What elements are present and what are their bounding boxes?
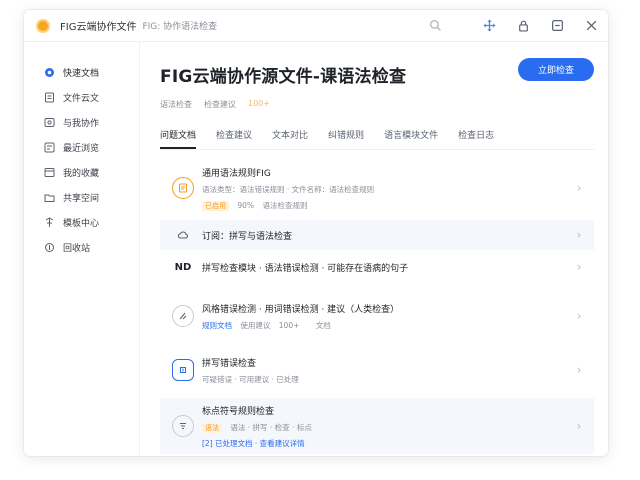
row-title: 标点符号规则检查: [202, 406, 275, 417]
title-bar: FIG云端协作文件 FIG: 协作语法检查: [24, 10, 608, 42]
app-title: FIG云端协作文件: [60, 22, 137, 33]
tab-bar: 问题文档 检查建议 文本对比 纠错规则 语言模块文件 检查日志: [160, 128, 594, 150]
list-item[interactable]: 订阅：拼写与语法检查 ›: [160, 220, 594, 250]
home-icon: [44, 67, 55, 78]
sidebar-item-label: 最近浏览: [63, 144, 100, 154]
row-title: 通用语法规则FIG: [202, 168, 271, 179]
rule-file-icon: [172, 177, 194, 199]
meta-item: 语法检查: [160, 100, 192, 109]
tab-language-modules[interactable]: 语言模块文件: [384, 128, 438, 149]
lock-icon[interactable]: [516, 19, 530, 33]
tab-suggestions[interactable]: 检查建议: [216, 128, 252, 149]
list-item[interactable]: 标点符号规则检查 语法 语法 · 拼写 · 检查 · 标点 [2] 已处理文档 …: [160, 398, 594, 454]
cloud-icon: [172, 224, 194, 246]
check-now-button[interactable]: 立即检查: [518, 58, 594, 81]
window-icon[interactable]: [550, 19, 564, 33]
row-title: 拼写检查模块 · 语法错误检测 · 可能存在语病的句子: [202, 263, 409, 274]
row-description: 语法类型：语法错误规则 · 文件名称：语法检查规则: [202, 184, 375, 194]
sidebar-item-templates[interactable]: 模板中心: [24, 210, 139, 235]
row-title: 风格错误检测 · 用词错误检测 · 建议（人类检查）: [202, 304, 400, 315]
trash-icon: [44, 242, 55, 253]
sidebar-item-label: 与我协作: [63, 119, 100, 129]
list-item[interactable]: 风格错误检测 · 用词错误检测 · 建议（人类检查） 规则文档 使用建议 100…: [160, 290, 594, 342]
list-item[interactable]: 拼写错误检查 可疑错误 · 可用建议 · 已处理 ›: [160, 346, 594, 394]
share-icon: [44, 117, 55, 128]
close-icon[interactable]: [584, 19, 598, 33]
sidebar-item-label: 快速文档: [63, 69, 100, 79]
row-tag: 使用建议: [240, 320, 271, 330]
sidebar-item-label: 我的收藏: [63, 169, 100, 179]
row-title: 订阅：拼写与语法检查: [202, 231, 293, 242]
chevron-right-icon: ›: [576, 309, 582, 323]
chevron-right-icon: ›: [576, 228, 582, 242]
sidebar-item-label: 模板中心: [63, 219, 100, 229]
row-description: 可疑错误 · 可用建议 · 已处理: [202, 374, 299, 384]
sidebar: 快速文档 文件云文 与我协作 最近浏览 我的收藏 共享空间 模板中心 回收站: [24, 42, 140, 456]
sidebar-item-label: 共享空间: [63, 194, 100, 204]
doc-icon: [44, 92, 55, 103]
row-title: 拼写错误检查: [202, 358, 257, 369]
list-item[interactable]: 通用语法规则FIG 语法类型：语法错误规则 · 文件名称：语法检查规则 已启用 …: [160, 164, 594, 212]
sidebar-item-files[interactable]: 文件云文: [24, 85, 139, 110]
chevron-right-icon: ›: [576, 260, 582, 274]
sidebar-item-shared[interactable]: 与我协作: [24, 110, 139, 135]
chevron-right-icon: ›: [576, 419, 582, 433]
check-icon: [172, 359, 194, 381]
row-tag: 规则文档: [202, 320, 232, 330]
row-category: 语法检查规则: [262, 200, 308, 210]
page-meta: 语法检查 检查建议 100+: [160, 99, 594, 110]
status-badge: 已启用: [202, 200, 229, 211]
template-icon: [44, 217, 55, 228]
sidebar-item-recent[interactable]: 最近浏览: [24, 135, 139, 160]
window-subtitle: FIG: 协作语法检查: [142, 22, 218, 32]
row-link[interactable]: [2] 已处理文档 · 查看建议详情: [202, 438, 574, 449]
result-list: 通用语法规则FIG 语法类型：语法错误规则 · 文件名称：语法检查规则 已启用 …: [160, 164, 594, 454]
chevron-right-icon: ›: [576, 181, 582, 195]
sidebar-item-quick-docs[interactable]: 快速文档: [24, 60, 139, 85]
sidebar-item-favorites[interactable]: 我的收藏: [24, 160, 139, 185]
tab-text-compare[interactable]: 文本对比: [272, 128, 308, 149]
chevron-right-icon: ›: [576, 363, 582, 377]
meta-item: 检查建议: [204, 100, 236, 109]
clock-icon: [44, 142, 55, 153]
meta-count: 100+: [248, 99, 270, 108]
row-count: 100+: [278, 320, 300, 330]
row-description: 语法 · 拼写 · 检查 · 标点: [230, 422, 312, 432]
app-logo: [36, 18, 50, 33]
move-icon[interactable]: [482, 19, 496, 33]
app-window: FIG云端协作文件 FIG: 协作语法检查 快速文档 文件云文 与我协作 最近浏…: [24, 10, 608, 456]
list-item[interactable]: ND 拼写检查模块 · 语法错误检测 · 可能存在语病的句子 ›: [160, 250, 594, 284]
sidebar-item-shared-space[interactable]: 共享空间: [24, 185, 139, 210]
row-percent: 90%: [237, 200, 255, 210]
brush-icon: [172, 305, 194, 327]
status-badge: 语法: [202, 422, 222, 433]
folder-icon: [44, 192, 55, 203]
tab-problem-docs[interactable]: 问题文档: [160, 128, 197, 149]
main-content: FIG云端协作源文件-课语法检查 立即检查 语法检查 检查建议 100+ 问题文…: [140, 42, 608, 456]
sidebar-item-label: 回收站: [63, 244, 91, 254]
search-icon[interactable]: [428, 19, 442, 33]
tab-rules[interactable]: 纠错规则: [328, 128, 364, 149]
sidebar-item-label: 文件云文: [63, 94, 100, 104]
punctuation-icon: [172, 415, 194, 437]
star-icon: [44, 167, 55, 178]
row-tag: 文档: [315, 320, 331, 330]
tab-logs[interactable]: 检查日志: [458, 128, 494, 149]
sidebar-item-trash[interactable]: 回收站: [24, 235, 139, 260]
nd-logo-icon: ND: [174, 261, 192, 273]
